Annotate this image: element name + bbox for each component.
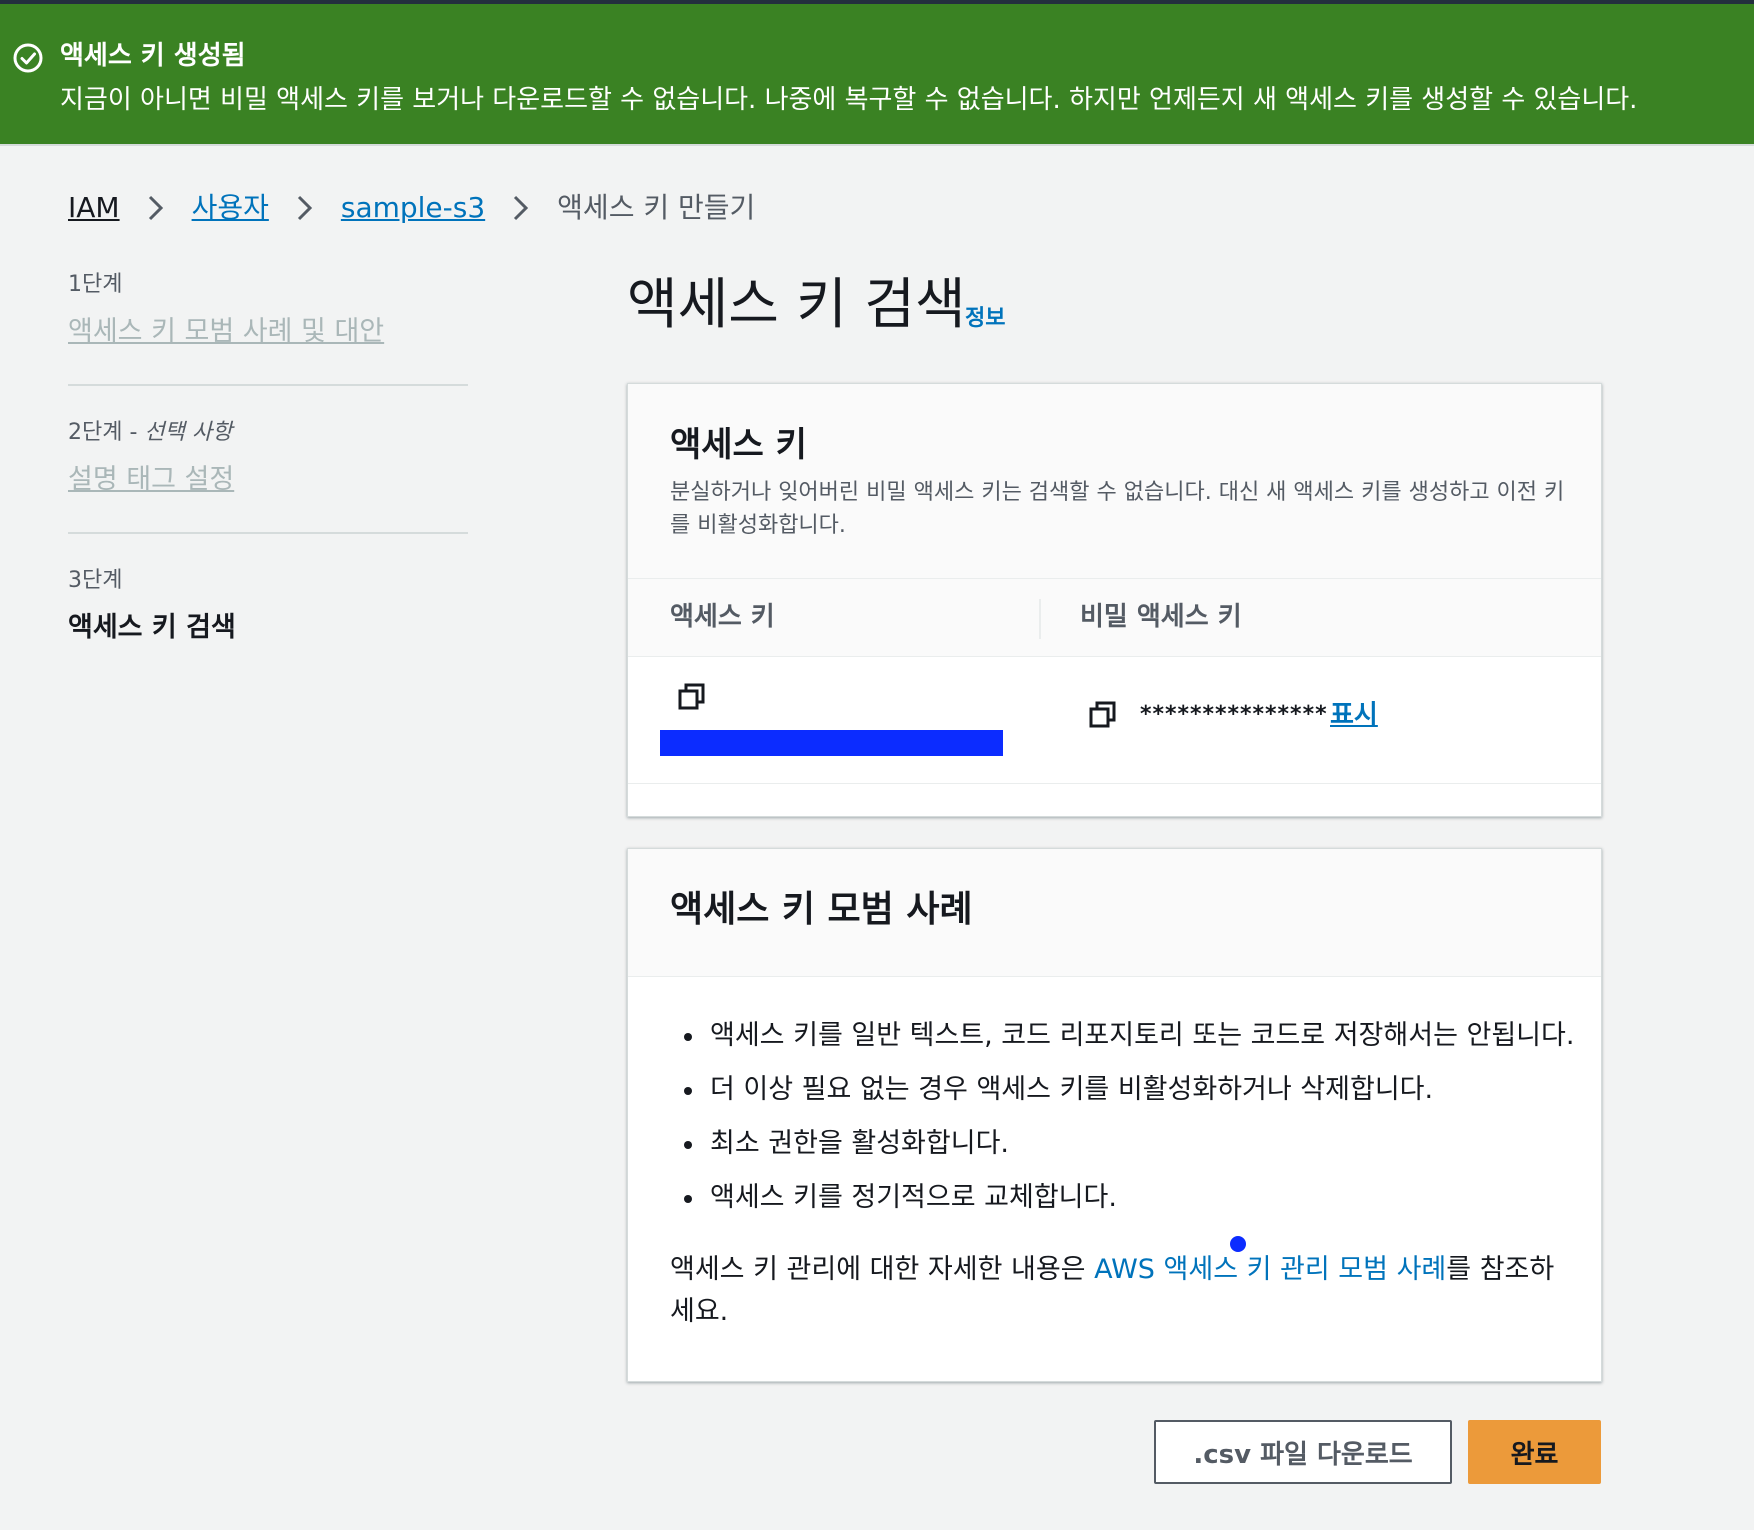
best-practices-title: 액세스 키 모범 사례: [670, 889, 973, 930]
bullet-icon: [684, 1195, 692, 1203]
table-row: *************** 표시: [628, 657, 1601, 784]
step-3: 3단계 액세스 키 검색: [68, 566, 468, 648]
chevron-right-icon: [297, 195, 312, 221]
flash-title: 액세스 키 생성됨: [60, 41, 246, 71]
breadcrumb: IAM 사용자 sample-s3 액세스 키 만들기: [68, 188, 755, 228]
flash-message: 지금이 아니면 비밀 액세스 키를 보거나 다운로드할 수 없습니다. 나중에 …: [60, 85, 1638, 115]
step-1: 1단계 액세스 키 모범 사례 및 대안: [68, 270, 468, 352]
aws-best-practices-link[interactable]: AWS 액세스 키 관리 모범 사례: [1094, 1254, 1446, 1285]
show-secret-link[interactable]: 표시: [1330, 697, 1378, 733]
list-item: 액세스 키를 정기적으로 교체합니다.: [670, 1179, 1570, 1233]
step-3-current: 액세스 키 검색: [68, 612, 236, 643]
check-circle-icon: [13, 43, 43, 73]
copy-icon[interactable]: [677, 682, 707, 712]
bullet-icon: [684, 1141, 692, 1149]
bullet-icon: [684, 1087, 692, 1095]
step-1-link[interactable]: 액세스 키 모범 사례 및 대안: [68, 312, 468, 352]
step-divider: [68, 384, 468, 386]
access-key-value-redacted: [660, 730, 1003, 756]
step-2: 2단계 - 선택 사항 설명 태그 설정: [68, 418, 468, 500]
info-link[interactable]: 정보: [965, 300, 1005, 332]
access-key-card-header: 액세스 키 분실하거나 잊어버린 비밀 액세스 키는 검색할 수 없습니다. 대…: [628, 384, 1601, 579]
best-practices-header: 액세스 키 모범 사례: [628, 849, 1601, 977]
page-title: 액세스 키 검색: [627, 272, 966, 336]
step-3-label: 3단계: [68, 568, 123, 593]
column-access-key: 액세스 키: [670, 602, 775, 632]
list-item: 최소 권한을 활성화합니다.: [670, 1125, 1570, 1179]
step-2-link[interactable]: 설명 태그 설정: [68, 460, 468, 500]
step-2-label: 2단계 - 선택 사항: [68, 420, 233, 445]
secret-access-key-masked: ***************: [1140, 702, 1328, 727]
step-2-optional: 선택 사항: [144, 420, 233, 445]
list-item: 액세스 키를 일반 텍스트, 코드 리포지토리 또는 코드로 저장해서는 안됩니…: [670, 1017, 1574, 1071]
success-flash-banner: 액세스 키 생성됨 지금이 아니면 비밀 액세스 키를 보거나 다운로드할 수 …: [0, 4, 1754, 146]
bullet-icon: [684, 1033, 692, 1041]
best-practices-list: 액세스 키를 일반 텍스트, 코드 리포지토리 또는 코드로 저장해서는 안됩니…: [670, 1017, 1574, 1233]
step-divider: [68, 532, 468, 534]
download-csv-button[interactable]: .csv 파일 다운로드: [1154, 1420, 1452, 1484]
done-button[interactable]: 완료: [1468, 1420, 1601, 1484]
breadcrumb-current: 액세스 키 만들기: [557, 191, 756, 224]
copy-icon[interactable]: [1088, 700, 1118, 730]
chevron-right-icon: [148, 195, 163, 221]
column-secret-access-key: 비밀 액세스 키: [1080, 602, 1242, 632]
wizard-steps: 1단계 액세스 키 모범 사례 및 대안 2단계 - 선택 사항 설명 태그 설…: [68, 270, 468, 648]
access-key-card-description: 분실하거나 잊어버린 비밀 액세스 키는 검색할 수 없습니다. 대신 새 액세…: [670, 480, 1565, 538]
chevron-right-icon: [514, 195, 529, 221]
access-key-table-header: 액세스 키 비밀 액세스 키: [628, 579, 1601, 657]
access-key-card-title: 액세스 키: [670, 425, 807, 465]
breadcrumb-user-sample-s3[interactable]: sample-s3: [341, 188, 485, 228]
step-1-label: 1단계: [68, 272, 123, 297]
best-practices-footer: 액세스 키 관리에 대한 자세한 내용은 AWS 액세스 키 관리 모범 사례를…: [670, 1254, 1555, 1327]
mouse-cursor: [1230, 1236, 1246, 1252]
best-practices-card: 액세스 키 모범 사례 액세스 키를 일반 텍스트, 코드 리포지토리 또는 코…: [627, 848, 1602, 1382]
access-key-card: 액세스 키 분실하거나 잊어버린 비밀 액세스 키는 검색할 수 없습니다. 대…: [627, 383, 1602, 817]
column-divider: [1039, 599, 1041, 639]
breadcrumb-users[interactable]: 사용자: [192, 188, 269, 228]
list-item: 더 이상 필요 없는 경우 액세스 키를 비활성화하거나 삭제합니다.: [670, 1071, 1570, 1125]
breadcrumb-iam[interactable]: IAM: [68, 188, 120, 228]
